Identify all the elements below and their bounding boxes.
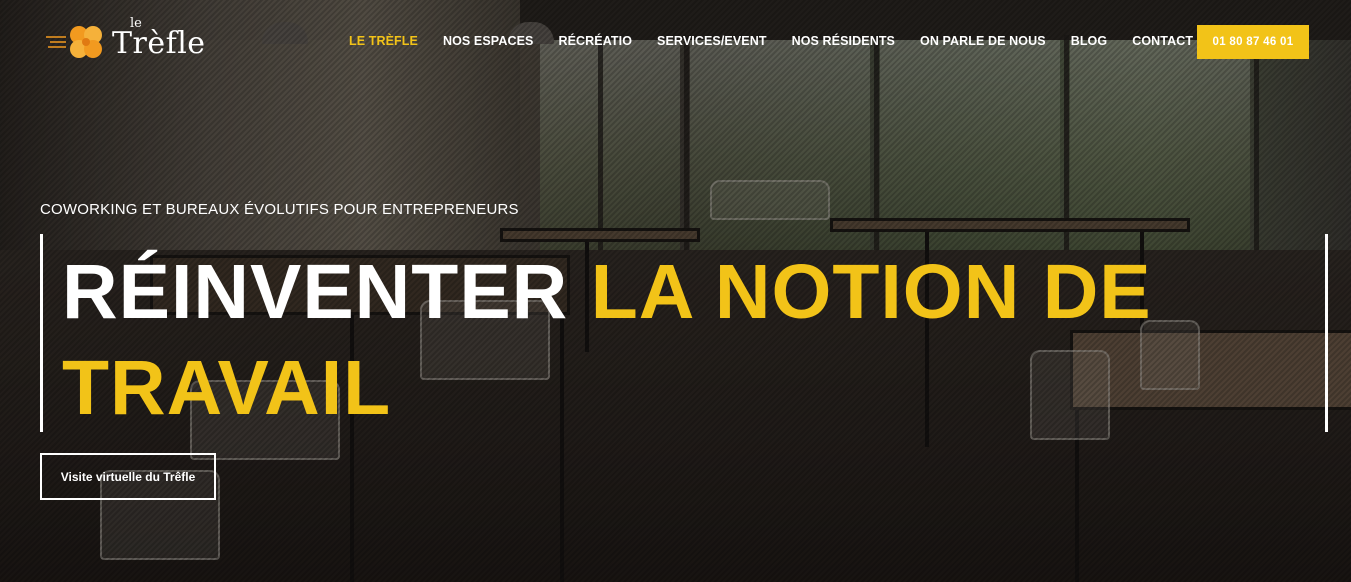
nav-item-le-trefle[interactable]: LE TRÈFLE [349,34,418,48]
hero-headline: RÉINVENTER LA NOTION DE TRAVAIL [62,244,1282,436]
clover-icon [70,26,102,58]
headline-left-bar [40,234,43,432]
headline-white-part: RÉINVENTER [62,249,569,335]
headline-right-bar [1325,234,1328,432]
headline-yellow-line2: TRAVAIL [62,345,392,431]
nav-item-nos-residents[interactable]: NOS RÉSIDENTS [792,34,895,48]
phone-button[interactable]: 01 80 87 46 01 [1197,25,1309,59]
nav-item-on-parle-de-nous[interactable]: ON PARLE DE NOUS [920,34,1046,48]
virtual-tour-button[interactable]: Visite virtuelle du Trêfle [40,453,216,500]
nav-item-blog[interactable]: BLOG [1071,34,1108,48]
main-navigation: LE TRÈFLE NOS ESPACES RÉCRÉATIO SERVICES… [349,34,1193,48]
hero-tagline: COWORKING ET BUREAUX ÉVOLUTIFS POUR ENTR… [40,201,519,218]
nav-item-services-event[interactable]: SERVICES/EVENT [657,34,767,48]
nav-item-recreatio[interactable]: RÉCRÉATIO [558,34,632,48]
nav-item-nos-espaces[interactable]: NOS ESPACES [443,34,533,48]
logo-name: Trèfle [112,26,206,61]
site-logo[interactable]: le Trèfle [44,16,219,66]
speed-lines-icon [46,36,66,48]
nav-item-contact[interactable]: CONTACT [1132,34,1193,48]
headline-yellow-part: LA NOTION DE [590,249,1152,335]
